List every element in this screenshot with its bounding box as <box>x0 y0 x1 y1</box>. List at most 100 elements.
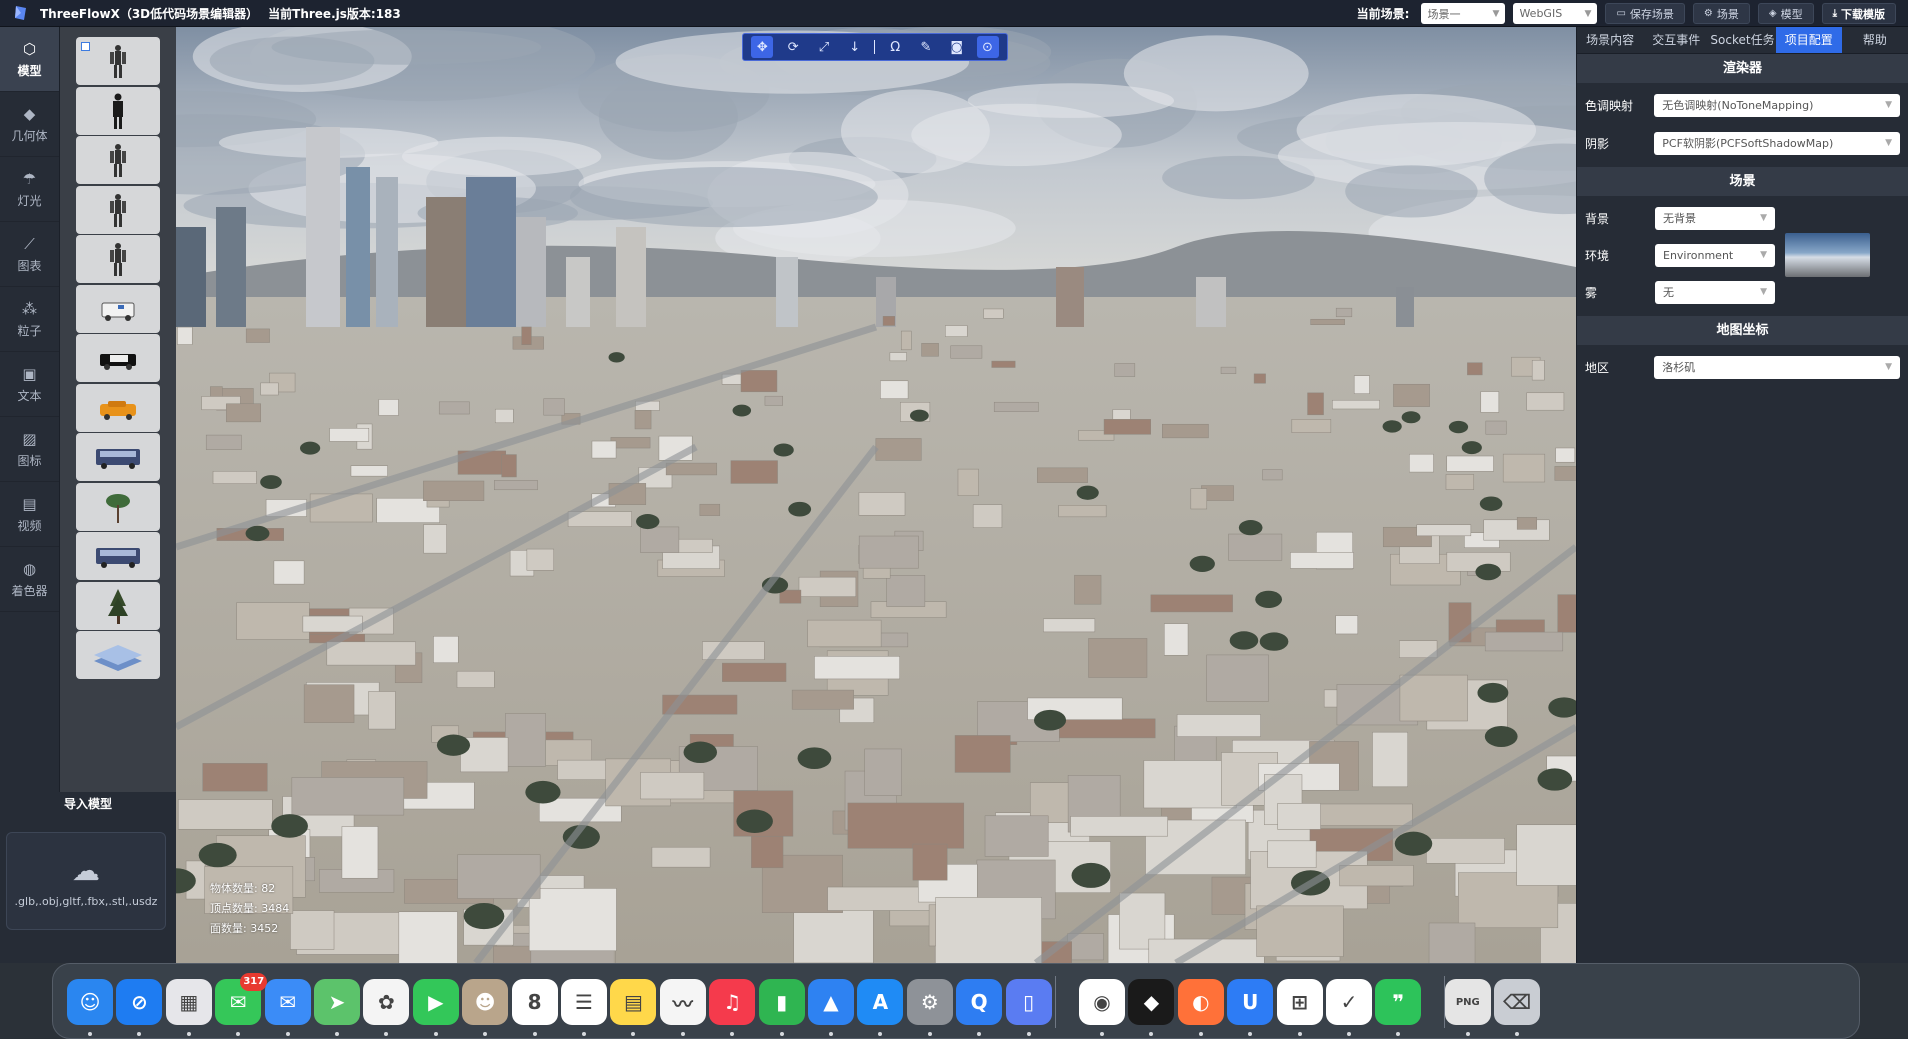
scale-tool-icon[interactable]: ⤢ <box>813 36 835 58</box>
launchpad-glyph: ▦ <box>179 990 199 1014</box>
tab-1[interactable]: 交互事件 <box>1643 27 1709 53</box>
rail-item-5[interactable]: ▣ 文本 <box>0 352 59 417</box>
messages-icon[interactable]: ✉ 317 <box>215 973 268 1025</box>
maps-glyph: ➤ <box>328 990 346 1014</box>
region-select[interactable]: 洛杉矶 ▼ <box>1654 355 1900 379</box>
toolbar-separator <box>874 40 876 54</box>
chevron-down-icon: ▼ <box>1885 100 1892 110</box>
finder-glyph: ☺ <box>79 990 101 1014</box>
maps-icon[interactable]: ➤ <box>314 979 360 1025</box>
windows-app-icon[interactable]: ⊞ <box>1276 979 1323 1025</box>
blue-character-thumbnail[interactable] <box>76 185 160 234</box>
numbers-icon[interactable]: ▮ <box>758 979 805 1025</box>
rotate-tool-icon[interactable]: ⟳ <box>782 36 804 58</box>
launchpad-icon[interactable]: ▦ <box>165 979 212 1025</box>
feishu-icon[interactable]: ✓ <box>1326 979 1372 1025</box>
save-scene-button[interactable]: ▭ 保存场景 <box>1605 3 1685 24</box>
drop-tool-icon[interactable]: ↓ <box>844 36 866 58</box>
shadow-select[interactable]: PCF软阴影(PCFSoftShadowMap) ▼ <box>1654 131 1900 155</box>
calendar-icon[interactable]: 8 <box>511 979 558 1025</box>
import-dropzone[interactable]: ☁ .glb,.obj,gltf,.fbx,.stl,.usdz <box>6 832 166 930</box>
particle-icon: ⁂ <box>22 299 37 318</box>
music-glyph: ♫ <box>723 990 742 1014</box>
select-checkbox[interactable] <box>81 42 90 51</box>
bus-thumbnail[interactable] <box>76 433 160 481</box>
female-character-thumbnail[interactable] <box>76 37 160 85</box>
wechat-icon[interactable]: ❞ <box>1375 979 1422 1025</box>
notes-icon[interactable]: ▤ <box>610 979 657 1025</box>
fog-label: 雾 <box>1585 285 1598 300</box>
rail-item-3[interactable]: ⟋ 图表 <box>0 222 59 287</box>
environment-preview-image[interactable] <box>1785 233 1870 277</box>
tab-4[interactable]: 帮助 <box>1842 27 1908 53</box>
robot-character-thumbnail[interactable] <box>76 235 160 283</box>
running-indicator <box>236 1032 241 1036</box>
environment-select[interactable]: Environment ▼ <box>1655 243 1775 267</box>
edit-tool-icon[interactable]: ✎ <box>915 36 937 58</box>
rail-item-label: 视频 <box>17 518 42 533</box>
chrome-icon[interactable]: ◉ <box>1079 979 1125 1025</box>
background-select[interactable]: 无背景 ▼ <box>1655 206 1775 230</box>
finder-icon[interactable]: ☺ <box>67 979 113 1025</box>
3d-viewport[interactable]: ✥ ⟳ ⤢ ↓ Ω ✎ ◙ ⊙ 物体数量: 82 顶点数量: 3484 面数量: 3452 <box>176 27 1576 963</box>
safari-icon[interactable]: ⊘ <box>116 979 163 1025</box>
fog-select[interactable]: 无 ▼ <box>1655 280 1775 304</box>
phone-mirror-icon[interactable]: ▯ <box>1005 979 1052 1025</box>
reminders-icon[interactable]: ☰ <box>561 979 607 1025</box>
contacts-icon[interactable]: ☻ <box>462 979 509 1025</box>
rail-item-6[interactable]: ▨ 图标 <box>0 417 59 482</box>
model-button[interactable]: ◈ 模型 <box>1757 3 1814 24</box>
rail-item-1[interactable]: ◆ 几何体 <box>0 92 59 157</box>
system-settings-icon[interactable]: ⚙ <box>906 979 953 1025</box>
keynote-icon[interactable]: ▲ <box>808 979 854 1025</box>
cube-icon: ⬡ <box>22 39 37 58</box>
qq-browser-icon[interactable]: Q <box>956 979 1003 1025</box>
tab-2[interactable]: Socket任务 <box>1709 27 1775 53</box>
small-tree-thumbnail[interactable] <box>76 482 160 531</box>
rail-item-4[interactable]: ⁂ 粒子 <box>0 287 59 352</box>
ambulance-thumbnail[interactable] <box>76 284 160 333</box>
tone-mapping-select[interactable]: 无色调映射(NoToneMapping) ▼ <box>1654 93 1900 117</box>
png-file-icon[interactable]: PNG <box>1444 979 1491 1025</box>
dock: ☺ ⊘ ▦ ✉ 317 ✉ ➤ ✿ ▶ ☻ 8 ☰ ▤ 〰 ♫ ▮ ▲ A ⚙ Q ▯ ◉ ◆ ◐ U ⊞ ✓ ❞ PNG ⌫ <box>52 963 1860 1039</box>
pine-tree-thumbnail[interactable] <box>76 581 160 630</box>
cursor-icon[interactable]: ◆ <box>1128 979 1175 1025</box>
chevron-down-icon: ▼ <box>1760 250 1767 260</box>
magnet-tool-icon[interactable]: Ω <box>884 36 906 58</box>
bush-tree-thumbnail[interactable] <box>76 532 160 580</box>
building-thumbnail[interactable] <box>76 631 160 679</box>
tab-3[interactable]: 项目配置 <box>1775 27 1842 53</box>
download-template-button[interactable]: ⤓ 下载模版 <box>1821 3 1896 24</box>
running-indicator <box>1465 1032 1470 1036</box>
trash-icon[interactable]: ⌫ <box>1494 979 1541 1025</box>
police-car-thumbnail[interactable] <box>76 334 160 382</box>
mode-select[interactable]: WebGIS ▼ <box>1513 3 1598 24</box>
wechat-work-icon[interactable]: U <box>1227 979 1274 1025</box>
mail-icon[interactable]: ✉ <box>264 979 311 1025</box>
scene-section-title: 场景 <box>1577 167 1908 196</box>
move-tool-icon[interactable]: ✥ <box>751 36 774 58</box>
scene-button[interactable]: ⚙ 场景 <box>1692 3 1750 24</box>
running-indicator <box>285 1032 290 1036</box>
suited-man-thumbnail[interactable] <box>76 86 160 135</box>
rail-item-0[interactable]: ⬡ 模型 <box>0 27 59 92</box>
running-indicator <box>977 1032 982 1036</box>
firefox-icon[interactable]: ◐ <box>1177 979 1224 1025</box>
rail-item-2[interactable]: ☂ 灯光 <box>0 157 59 222</box>
app-store-icon[interactable]: A <box>857 979 904 1025</box>
desktop-dock-area: ☺ ⊘ ▦ ✉ 317 ✉ ➤ ✿ ▶ ☻ 8 ☰ ▤ 〰 ♫ ▮ ▲ A ⚙ Q ▯ ◉ ◆ ◐ U ⊞ ✓ ❞ PNG ⌫ <box>0 963 1908 1039</box>
dark-character-thumbnail[interactable] <box>76 136 160 184</box>
music-icon[interactable]: ♫ <box>709 979 756 1025</box>
camera-tool-icon[interactable]: ◙ <box>946 36 968 58</box>
tab-0[interactable]: 场景内容 <box>1577 27 1643 53</box>
rail-item-7[interactable]: ▤ 视频 <box>0 482 59 547</box>
facetime-icon[interactable]: ▶ <box>412 979 459 1025</box>
toggle-view-icon[interactable]: ⊙ <box>976 36 999 58</box>
photos-icon[interactable]: ✿ <box>363 979 410 1025</box>
scene-select[interactable]: 场景一 ▼ <box>1421 3 1506 24</box>
app-logo-icon <box>15 6 26 20</box>
taxi-thumbnail[interactable] <box>76 383 160 432</box>
freeform-icon[interactable]: 〰 <box>659 979 706 1025</box>
chevron-down-icon: ▼ <box>1885 362 1892 372</box>
rail-item-8[interactable]: ◍ 着色器 <box>0 547 59 612</box>
